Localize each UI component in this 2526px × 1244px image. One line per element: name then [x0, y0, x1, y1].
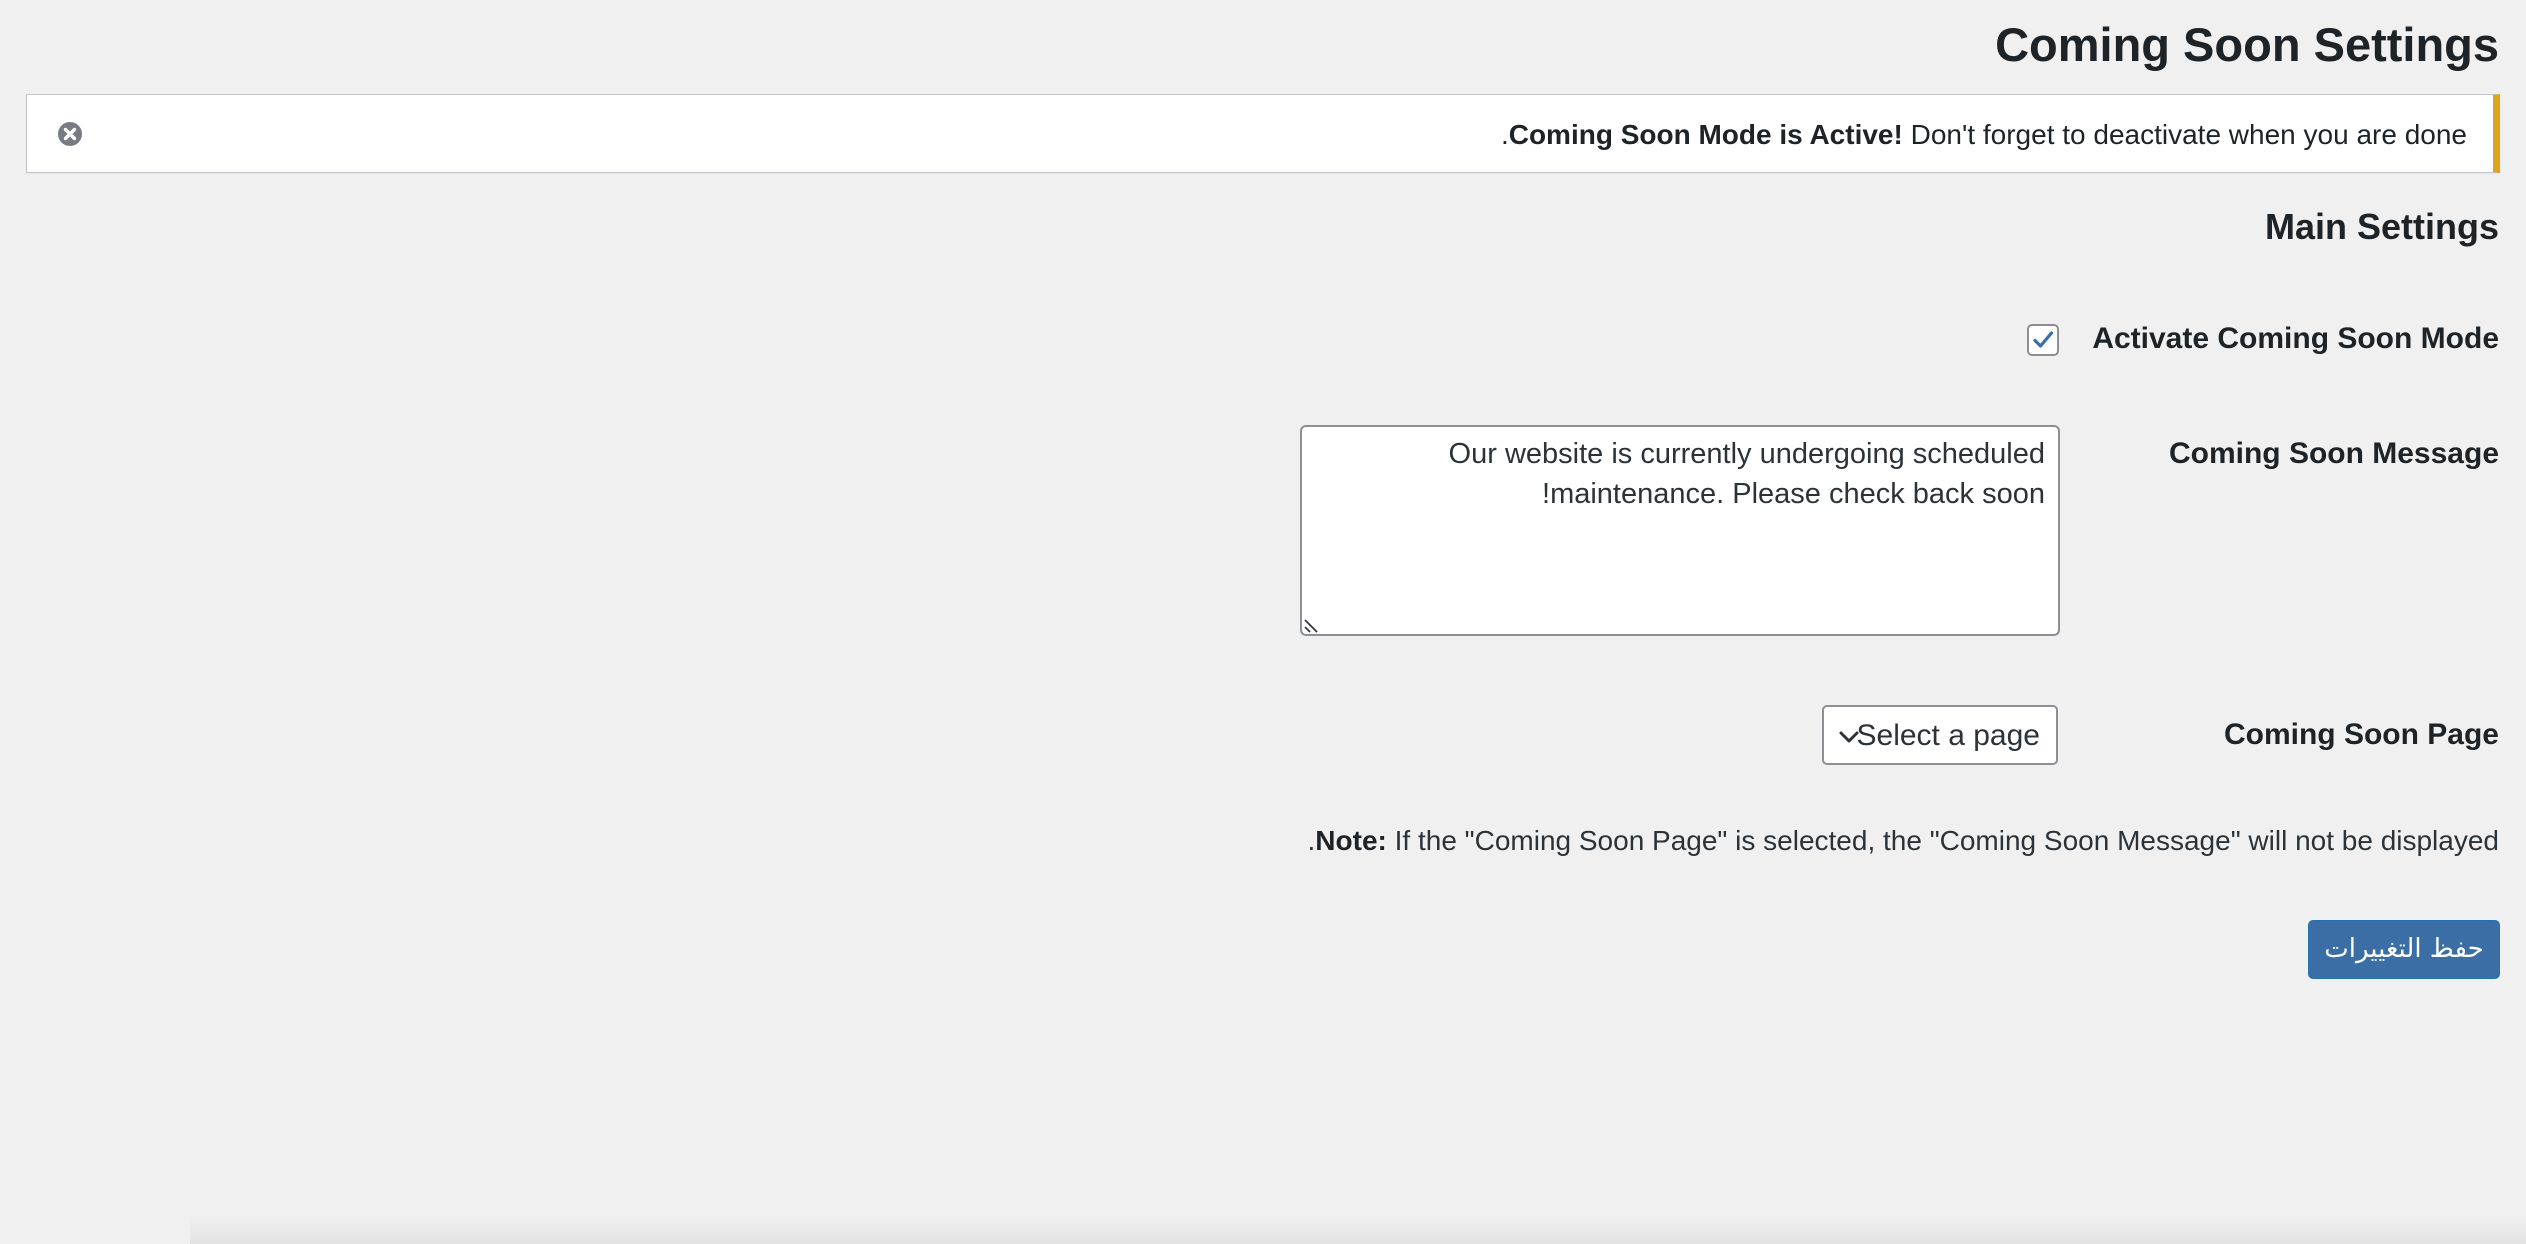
active-mode-notice: Coming Soon Mode is Active! Don't forget…: [26, 94, 2500, 173]
chevron-down-icon: [1839, 731, 1859, 743]
section-title: Main Settings: [2264, 206, 2499, 247]
activate-mode-checkbox[interactable]: [2027, 324, 2059, 356]
note-text: If the "Coming Soon Page" is selected, t…: [1307, 825, 2499, 856]
coming-soon-page-label: Coming Soon Page: [2223, 718, 2499, 751]
coming-soon-page-select[interactable]: Select a page: [1822, 705, 2058, 765]
page-title: Coming Soon Settings: [1995, 18, 2499, 71]
notice-message: Coming Soon Mode is Active! Don't forget…: [1501, 117, 2467, 153]
notice-bold-text: Coming Soon Mode is Active!: [1508, 119, 1903, 150]
close-circle-icon[interactable]: [55, 119, 85, 149]
settings-note: Note: If the "Coming Soon Page" is selec…: [1308, 823, 2499, 859]
settings-page: Coming Soon Settings Coming Soon Mode is…: [0, 0, 2526, 1244]
save-changes-button[interactable]: حفظ التغييرات: [2308, 920, 2500, 979]
activate-mode-label: Activate Coming Soon Mode: [2092, 322, 2499, 355]
coming-soon-message-label: Coming Soon Message: [2168, 437, 2499, 470]
resize-grip-icon[interactable]: [1303, 618, 1319, 634]
coming-soon-message-textarea[interactable]: Our website is currently undergoing sche…: [1300, 425, 2060, 636]
checkmark-icon: [2033, 331, 2054, 348]
bottom-shadow: [190, 1215, 2526, 1244]
select-value: Select a page: [1856, 719, 2040, 752]
note-label: Note:: [1315, 825, 1387, 856]
